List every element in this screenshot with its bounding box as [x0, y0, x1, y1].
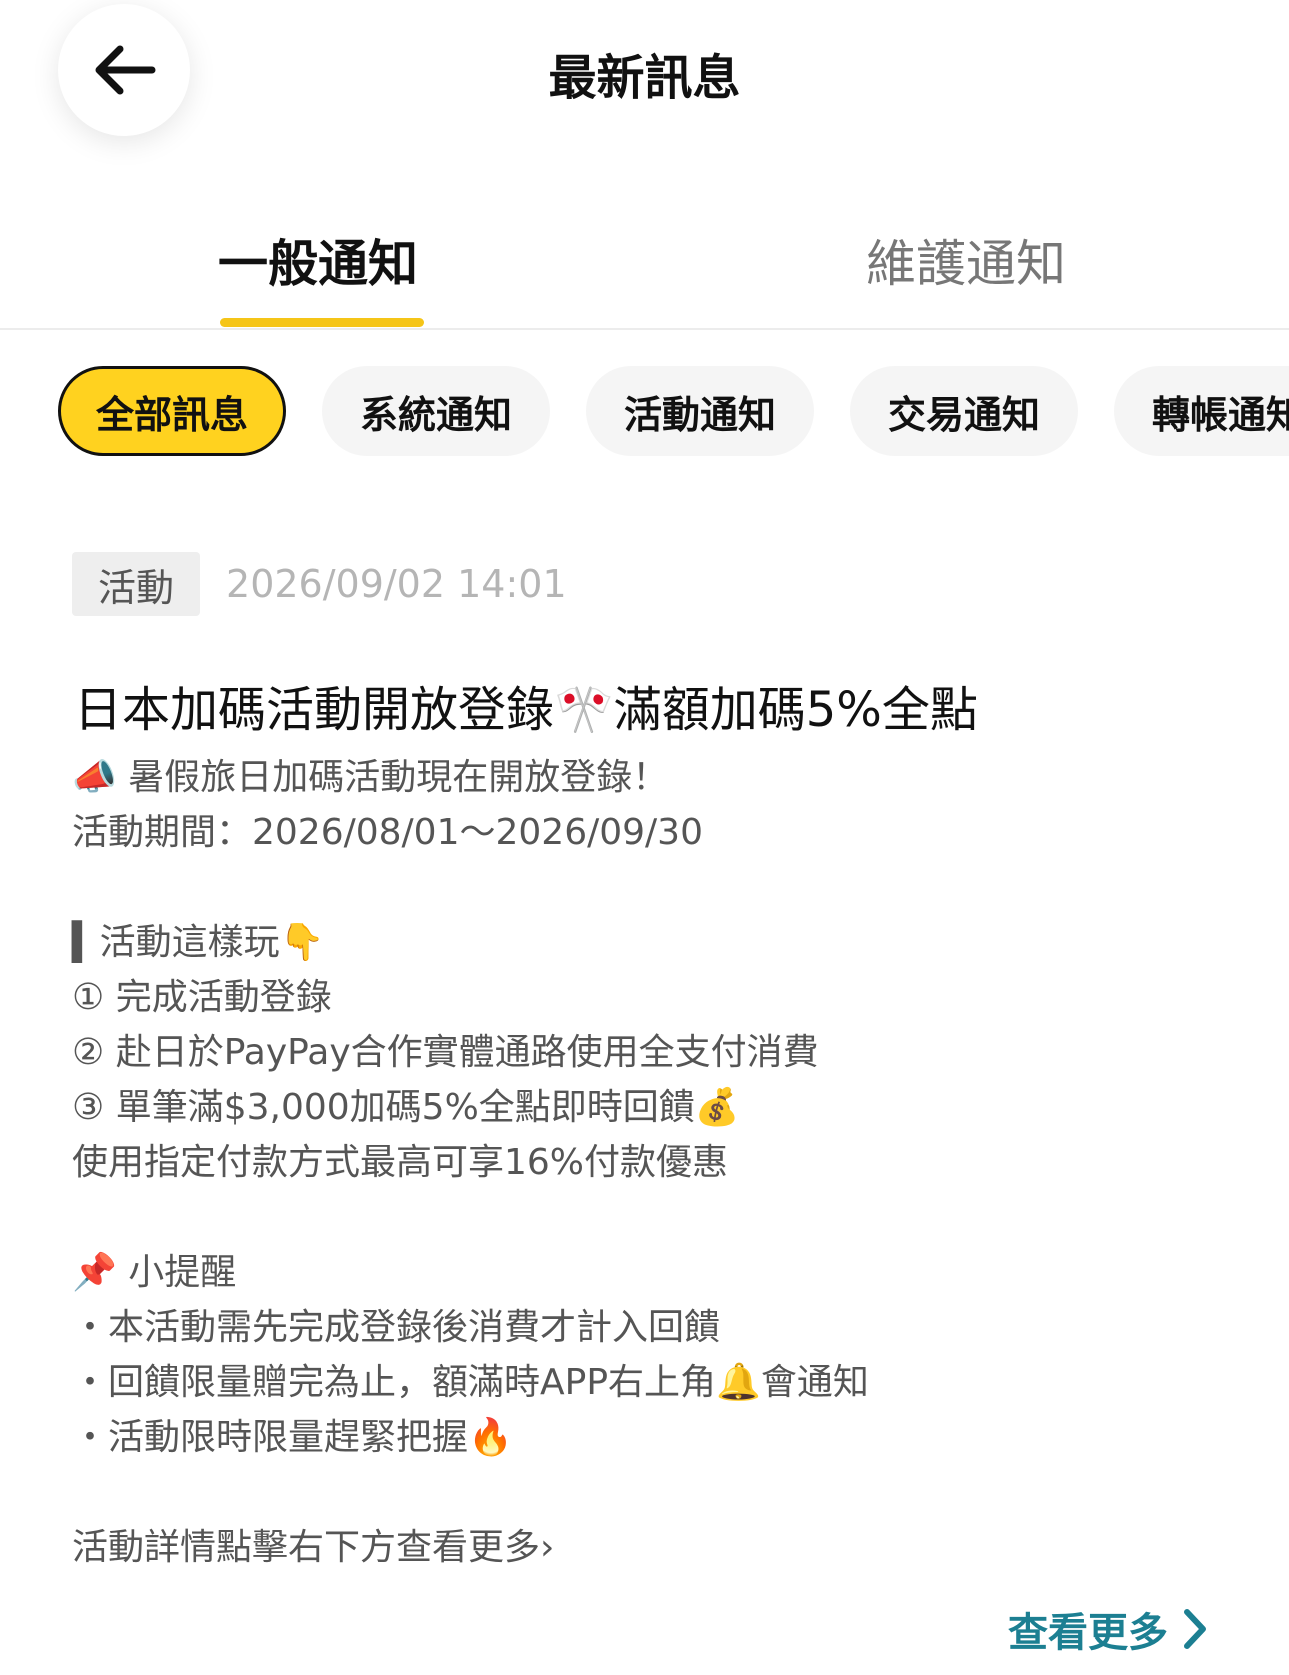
- filter-chip-promo[interactable]: 活動通知: [586, 366, 814, 456]
- body-line: ▍活動這樣玩👇: [72, 922, 325, 963]
- body-line: 活動期間：2026/08/01～2026/09/30: [72, 812, 703, 853]
- notification-tabs: 一般通知 維護通知: [0, 200, 1289, 330]
- message-date: 2026/09/02 14:01: [226, 562, 567, 606]
- filter-chip-transaction[interactable]: 交易通知: [850, 366, 1078, 456]
- category-tag: 活動: [72, 552, 201, 616]
- filter-chip-transfer[interactable]: 轉帳通知: [1114, 366, 1289, 456]
- filter-chip-all[interactable]: 全部訊息: [58, 366, 286, 456]
- view-more-link[interactable]: 查看更多: [1008, 1600, 1208, 1658]
- body-line: ・活動限時限量趕緊把握🔥: [72, 1417, 513, 1458]
- body-line: ③ 單筆滿$3,000加碼5%全點即時回饋💰: [72, 1087, 740, 1128]
- message-title: 日本加碼活動開放登錄🎌滿額加碼5%全點: [74, 682, 978, 738]
- body-line: ・本活動需先完成登錄後消費才計入回饋: [72, 1307, 721, 1348]
- body-line: 📣 暑假旅日加碼活動現在開放登錄！: [72, 757, 669, 798]
- message-body: 📣 暑假旅日加碼活動現在開放登錄！ 活動期間：2026/08/01～2026/09…: [72, 750, 1222, 1575]
- body-line: ② 赴日於PayPay合作實體通路使用全支付消費: [72, 1032, 819, 1073]
- tab-maintenance[interactable]: 維護通知: [866, 224, 1066, 296]
- message-meta: 活動 2026/09/02 14:01: [72, 552, 567, 616]
- page-title: 最新訊息: [548, 50, 741, 106]
- body-line: 活動詳情點擊右下方查看更多›: [72, 1527, 555, 1568]
- body-line: 使用指定付款方式最高可享16%付款優惠: [72, 1142, 729, 1183]
- chevron-right-icon: [1184, 1609, 1206, 1649]
- active-tab-indicator: [220, 318, 424, 327]
- tab-general[interactable]: 一般通知: [218, 224, 418, 296]
- filter-chips: 全部訊息 系統通知 活動通知 交易通知 轉帳通知: [58, 366, 1289, 458]
- view-more-label: 查看更多: [1008, 1610, 1168, 1656]
- top-app-bar: 最新訊息: [0, 0, 1289, 170]
- body-line: ・回饋限量贈完為止，額滿時APP右上角🔔會通知: [72, 1362, 869, 1403]
- body-line: ① 完成活動登錄: [72, 977, 332, 1018]
- filter-chip-system[interactable]: 系統通知: [322, 366, 550, 456]
- body-line: 📌 小提醒: [72, 1252, 237, 1293]
